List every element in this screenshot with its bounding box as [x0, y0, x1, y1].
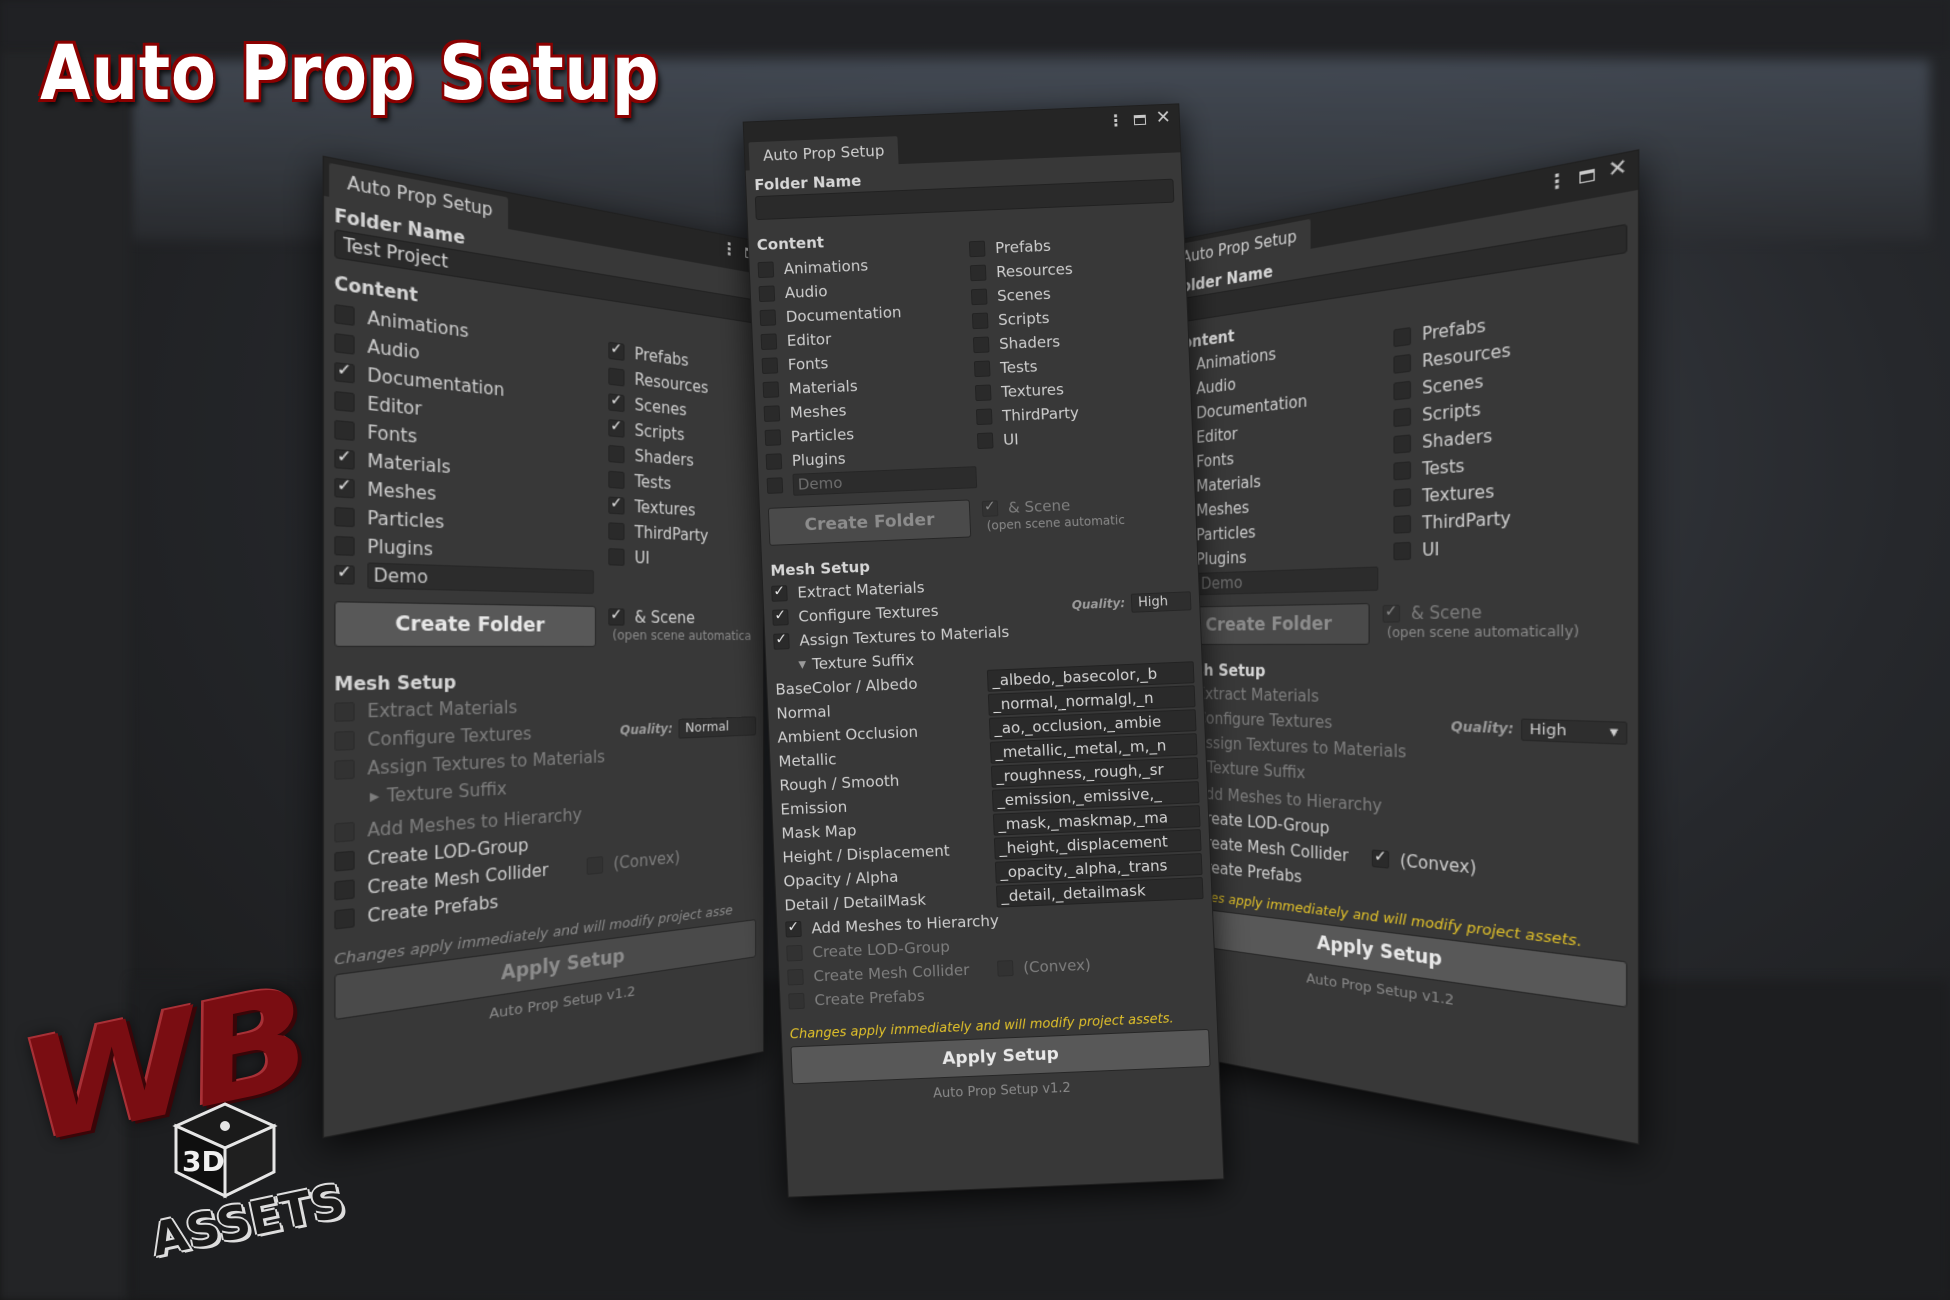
checkbox[interactable] — [1393, 488, 1411, 508]
quality-label: Quality: — [1450, 718, 1514, 737]
checkbox[interactable] — [608, 341, 625, 361]
checkbox[interactable] — [761, 357, 779, 375]
maximize-icon[interactable] — [1579, 168, 1595, 184]
demo-checkbox[interactable] — [766, 477, 784, 494]
checkbox[interactable] — [970, 288, 988, 306]
demo-name-input[interactable]: Demo — [367, 562, 594, 594]
close-icon[interactable]: ✕ — [1608, 154, 1628, 183]
scene-hint: (open scene automatica — [612, 627, 752, 643]
wb-3d-assets-logo: WB 3D ASSETS — [8, 957, 349, 1275]
checkbox[interactable] — [334, 821, 355, 843]
checkbox[interactable] — [1393, 461, 1411, 481]
more-options-icon[interactable]: ⋮ — [1547, 168, 1567, 194]
checkbox[interactable] — [334, 730, 355, 751]
checkbox[interactable] — [608, 496, 625, 515]
create-folder-button[interactable]: Create Folder — [334, 601, 596, 647]
close-icon[interactable]: ✕ — [1155, 107, 1171, 129]
quality-label: Quality: — [620, 721, 673, 738]
quality-dropdown[interactable]: Normal — [678, 715, 757, 739]
checkbox[interactable] — [969, 264, 987, 282]
scene-checkbox[interactable] — [608, 608, 625, 626]
checkbox[interactable] — [764, 429, 782, 446]
checkbox[interactable] — [608, 393, 625, 413]
checkbox[interactable] — [1393, 541, 1411, 561]
checkbox[interactable] — [760, 333, 778, 351]
checkbox[interactable] — [971, 312, 989, 330]
checkbox[interactable] — [772, 609, 789, 626]
panel-right: Auto Prop Setup ⋮ ✕ Folder Name Content … — [1165, 149, 1640, 1145]
checkbox[interactable] — [334, 759, 355, 780]
checkbox[interactable] — [976, 432, 994, 450]
checkbox[interactable] — [334, 702, 355, 722]
promo-title: Auto Prop Setup — [40, 28, 660, 117]
checkbox[interactable] — [786, 944, 803, 962]
create-folder-button[interactable]: Create Folder — [767, 499, 972, 546]
scene-toggle[interactable]: & Scene — [608, 606, 751, 629]
checkbox[interactable] — [968, 240, 986, 258]
scene-checkbox[interactable] — [981, 500, 999, 517]
checkbox[interactable] — [1393, 514, 1411, 534]
checkbox[interactable] — [334, 304, 355, 326]
checkbox[interactable] — [1393, 326, 1411, 348]
quality-dropdown[interactable]: High — [1130, 590, 1192, 613]
convex-checkbox[interactable] — [586, 856, 604, 876]
checkbox[interactable] — [788, 992, 805, 1010]
checkbox[interactable] — [608, 470, 625, 490]
checkbox[interactable] — [334, 535, 355, 556]
checkbox[interactable] — [974, 384, 992, 402]
convex-checkbox[interactable] — [1371, 849, 1390, 869]
checkbox[interactable] — [758, 285, 776, 303]
checkbox[interactable] — [334, 879, 355, 901]
demo-name-input[interactable]: Demo — [1196, 566, 1379, 596]
checkbox[interactable] — [773, 633, 790, 650]
checkbox[interactable] — [763, 405, 781, 422]
checkbox[interactable] — [334, 361, 355, 384]
foldout-arrow-icon: ▶ — [369, 789, 380, 804]
checkbox[interactable] — [334, 506, 355, 528]
checkbox[interactable] — [334, 419, 355, 441]
checkbox[interactable] — [787, 968, 804, 986]
checkbox[interactable] — [762, 381, 780, 399]
more-options-icon[interactable]: ⋮ — [722, 238, 737, 260]
checkbox[interactable] — [608, 367, 625, 387]
maximize-icon[interactable] — [1133, 114, 1147, 126]
chevron-down-icon: ▾ — [1609, 722, 1619, 742]
checkbox[interactable] — [785, 920, 802, 938]
quality-label: Quality: — [1071, 596, 1126, 613]
foldout-arrow-icon: ▼ — [798, 658, 807, 671]
checkbox[interactable] — [608, 419, 625, 438]
checkbox[interactable] — [1393, 407, 1411, 428]
checkbox[interactable] — [608, 444, 625, 464]
checkbox[interactable] — [972, 336, 990, 354]
scene-toggle[interactable]: & Scene — [1382, 599, 1580, 625]
scene-checkbox[interactable] — [1382, 604, 1400, 623]
checkbox[interactable] — [771, 585, 788, 602]
create-folder-button[interactable]: Create Folder — [1172, 603, 1370, 645]
checkbox[interactable] — [1393, 353, 1411, 374]
panel-left: Auto Prop Setup ⋮ Folder Name Test Proje… — [322, 155, 764, 1139]
checkbox[interactable] — [608, 522, 625, 541]
checkbox[interactable] — [608, 548, 625, 566]
checkbox[interactable] — [973, 360, 991, 378]
checkbox[interactable] — [334, 448, 355, 470]
demo-checkbox[interactable] — [334, 564, 355, 585]
checkbox[interactable] — [334, 477, 355, 499]
cube-label: 3D — [182, 1145, 225, 1178]
checkbox[interactable] — [757, 261, 775, 279]
checkbox[interactable] — [334, 332, 355, 355]
checkbox[interactable] — [975, 408, 993, 426]
checkbox[interactable] — [1393, 434, 1411, 454]
scene-hint: (open scene automatically) — [1386, 622, 1580, 641]
checkbox[interactable] — [759, 309, 777, 327]
checkbox[interactable] — [765, 453, 783, 470]
checkbox[interactable] — [334, 850, 355, 872]
quality-dropdown[interactable]: High ▾ — [1521, 717, 1628, 745]
more-options-icon[interactable]: ⋮ — [1107, 111, 1124, 131]
panel-center: Auto Prop Setup ⋮ ✕ Folder Name Content … — [742, 103, 1225, 1198]
checkbox[interactable] — [1393, 380, 1411, 401]
convex-checkbox[interactable] — [996, 960, 1014, 977]
checkbox[interactable] — [334, 908, 355, 930]
checkbox[interactable] — [334, 390, 355, 413]
